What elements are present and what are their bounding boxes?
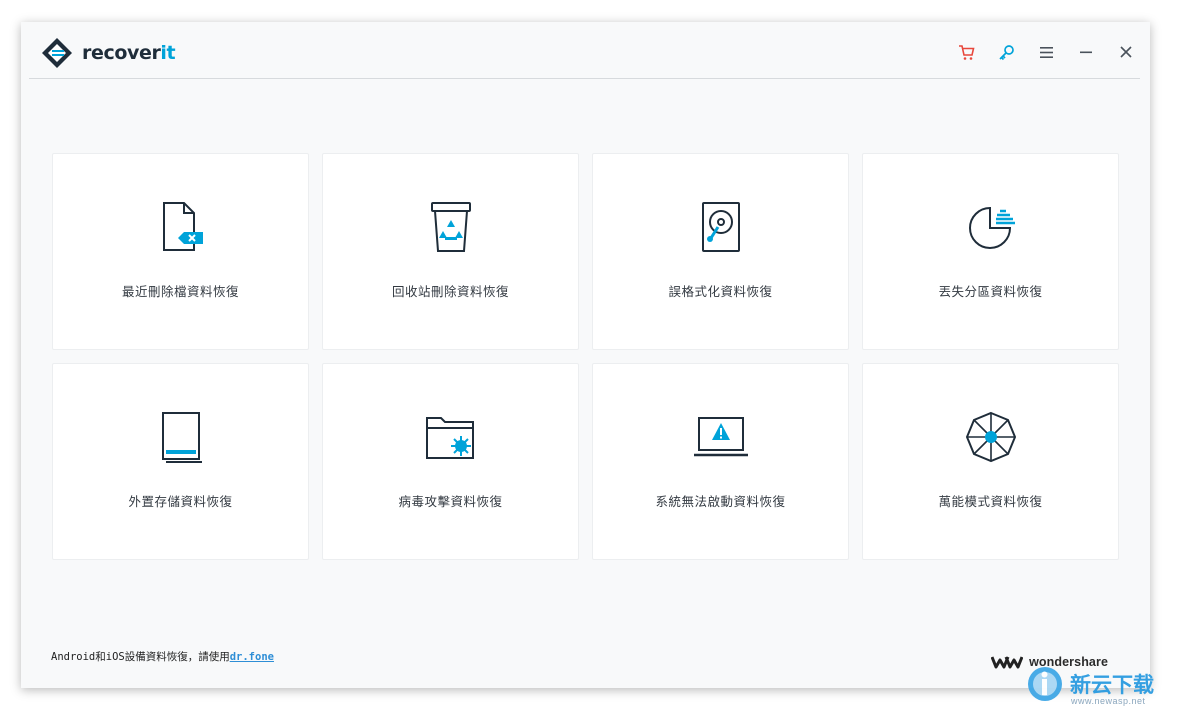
- recycle-bin-icon: [430, 202, 471, 252]
- card-label: 病毒攻擊資料恢復: [398, 494, 503, 509]
- external-device-icon: [161, 412, 202, 463]
- title-bar: recoverit: [21, 22, 1150, 79]
- cart-icon: [958, 44, 975, 60]
- all-around-icon: [965, 411, 1016, 463]
- card-label: 誤格式化資料恢復: [668, 284, 773, 299]
- virus-folder-icon: [425, 417, 474, 459]
- card-label: 外置存儲資料恢復: [128, 494, 233, 509]
- app-window: recoverit 最近刪除檔資料恢復 回收站刪除資料恢復 誤格式化資料恢復 丟…: [21, 22, 1150, 688]
- key-icon: [998, 44, 1014, 60]
- logo-text-accent: it: [160, 42, 176, 64]
- minimize-icon: [1080, 51, 1092, 54]
- recovery-mode-grid: 最近刪除檔資料恢復 回收站刪除資料恢復 誤格式化資料恢復 丟失分區資料恢復 外置…: [52, 153, 1119, 560]
- app-name: recoverit: [82, 42, 176, 64]
- note-text: Android和iOS設備資料恢復，請使用: [51, 651, 230, 663]
- card-label: 最近刪除檔資料恢復: [121, 284, 239, 299]
- register-key-button[interactable]: [996, 42, 1016, 62]
- watermark-text: 新云下载: [1070, 673, 1154, 697]
- drfone-link[interactable]: dr.fone: [230, 651, 274, 663]
- window-controls: [956, 42, 1136, 62]
- card-label: 回收站刪除資料恢復: [391, 284, 509, 299]
- card-recently-deleted[interactable]: 最近刪除檔資料恢復: [52, 153, 309, 350]
- wondershare-logo-icon: [991, 656, 1024, 669]
- card-recycle-bin[interactable]: 回收站刪除資料恢復: [322, 153, 579, 350]
- menu-icon: [1039, 46, 1053, 58]
- card-virus-attack[interactable]: 病毒攻擊資料恢復: [322, 363, 579, 560]
- watermark-url: www.newasp.net: [1071, 696, 1146, 706]
- card-label: 萬能模式資料恢復: [938, 494, 1043, 509]
- close-button[interactable]: [1116, 42, 1136, 62]
- card-system-crash[interactable]: 系統無法啟動資料恢復: [592, 363, 849, 560]
- card-formatted-disk[interactable]: 誤格式化資料恢復: [592, 153, 849, 350]
- deleted-file-icon: [162, 202, 203, 251]
- newasp-logo-icon: [1028, 667, 1062, 701]
- title-divider: [29, 78, 1140, 79]
- system-crash-icon: [693, 417, 748, 457]
- cart-button[interactable]: [956, 42, 976, 62]
- logo-text-main: recover: [82, 42, 161, 64]
- app-logo: recoverit: [41, 37, 176, 69]
- card-label: 系統無法啟動資料恢復: [655, 494, 786, 509]
- mobile-recovery-note: Android和iOS設備資料恢復，請使用dr.fone: [51, 649, 274, 664]
- recoverit-logo-icon: [42, 38, 72, 68]
- close-icon: [1120, 46, 1132, 58]
- card-external-device[interactable]: 外置存儲資料恢復: [52, 363, 309, 560]
- card-lost-partition[interactable]: 丟失分區資料恢復: [862, 153, 1119, 350]
- partition-icon: [968, 206, 1015, 249]
- hard-drive-icon: [701, 202, 740, 252]
- card-all-around[interactable]: 萬能模式資料恢復: [862, 363, 1119, 560]
- menu-button[interactable]: [1036, 42, 1056, 62]
- card-label: 丟失分區資料恢復: [938, 284, 1043, 299]
- minimize-button[interactable]: [1076, 42, 1096, 62]
